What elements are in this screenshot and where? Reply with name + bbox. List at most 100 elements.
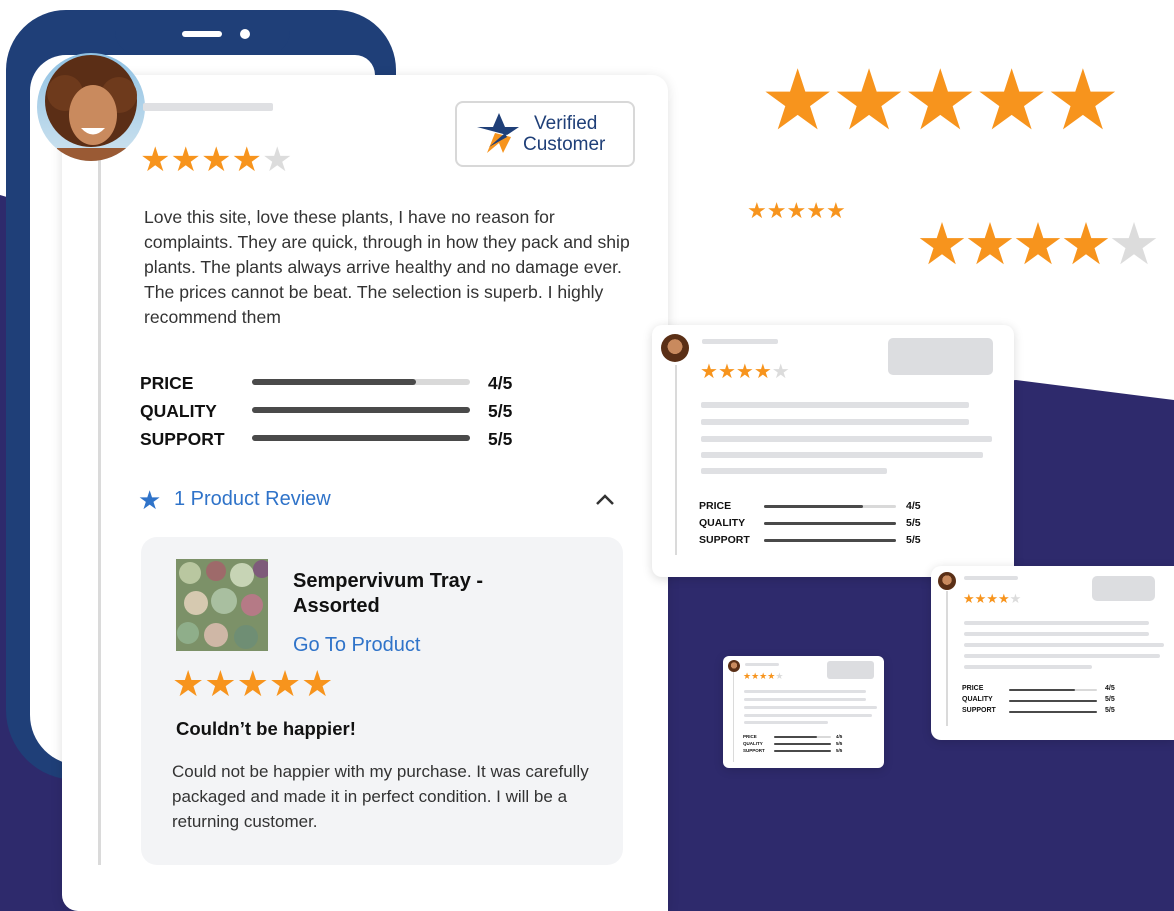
metric-bar <box>1009 689 1097 691</box>
product-review-headline: Couldn’t be happier! <box>176 718 356 739</box>
mini-text-line <box>744 698 866 701</box>
metric-label: QUALITY <box>962 696 993 703</box>
metric-label: PRICE <box>699 500 732 512</box>
metric-value: 5/5 <box>906 517 921 529</box>
star-filled-icon: ★ <box>760 53 835 147</box>
metric-bar <box>774 736 831 738</box>
mid-stars-decor: ★ ★ ★ ★ ★ <box>916 212 1160 277</box>
metric-bar-fill <box>764 522 896 525</box>
mini-text-line <box>701 452 983 458</box>
mini-rating-stars: ★ ★ ★ ★ ★ <box>700 362 790 382</box>
mini-text-line <box>964 621 1149 625</box>
star-filled-icon: ★ <box>973 53 1049 147</box>
star-filled-icon: ★ <box>751 671 760 681</box>
star-empty-icon: ★ <box>771 361 790 383</box>
star-filled-icon: ★ <box>753 361 772 383</box>
star-filled-icon: ★ <box>236 663 269 704</box>
star-filled-icon: ★ <box>767 671 776 681</box>
mini-review-card: ★ ★ ★ ★ ★ PRICE 4/5 QUALITY 5/5 SUPPORT 5/5 <box>931 566 1174 740</box>
star-filled-icon: ★ <box>172 663 205 704</box>
metric-value: 4/5 <box>836 734 843 739</box>
product-review-toggle-label: 1 Product Review <box>174 488 331 510</box>
product-thumbnail[interactable] <box>176 559 268 651</box>
chevron-up-icon[interactable] <box>594 493 616 507</box>
verified-badge-line2: Customer <box>523 134 606 155</box>
phone-camera <box>240 29 250 39</box>
metric-label: PRICE <box>962 685 984 692</box>
star-empty-icon: ★ <box>1108 212 1160 277</box>
small-stars-decor: ★ ★ ★ ★ ★ <box>747 200 846 222</box>
mini-text-line <box>744 690 866 693</box>
mini-name-placeholder <box>745 663 779 666</box>
star-filled-icon: ★ <box>268 663 302 704</box>
metric-value: 4/5 <box>488 373 513 393</box>
reviewer-avatar-image <box>45 55 137 161</box>
metric-label: QUALITY <box>743 741 763 746</box>
star-filled-icon: ★ <box>964 212 1016 277</box>
metric-bar <box>252 379 470 385</box>
metric-label: SUPPORT <box>962 707 996 714</box>
metric-value: 5/5 <box>488 401 513 421</box>
mini-text-line <box>744 706 877 709</box>
metric-bar-fill <box>764 505 863 508</box>
reviewer-avatar <box>37 53 145 161</box>
metric-bar-fill <box>774 736 817 738</box>
metric-bar <box>774 750 831 752</box>
metric-label: QUALITY <box>140 401 217 421</box>
metric-bar-fill <box>1009 711 1097 713</box>
metric-label: PRICE <box>743 734 757 739</box>
metric-value: 5/5 <box>836 748 843 753</box>
mini-name-placeholder <box>964 576 1018 580</box>
mini-badge-placeholder <box>1092 576 1155 601</box>
mini-rating-stars: ★ ★ ★ ★ ★ <box>963 592 1021 605</box>
metric-bar-fill <box>774 750 831 752</box>
star-filled-icon: ★ <box>1060 212 1112 277</box>
go-to-product-link[interactable]: Go To Product <box>293 634 420 657</box>
review-body-text: Love this site, love these plants, I hav… <box>144 207 630 327</box>
star-filled-icon: ★ <box>974 591 987 606</box>
star-filled-icon: ★ <box>1012 212 1064 277</box>
metric-label: SUPPORT <box>699 534 750 546</box>
mini-metrics: PRICE 4/5 QUALITY 5/5 SUPPORT 5/5 <box>743 734 853 758</box>
metric-value: 5/5 <box>488 429 513 449</box>
metric-bar <box>774 743 831 745</box>
star-filled-icon: ★ <box>759 671 768 681</box>
metric-bar-fill <box>764 539 896 542</box>
star-filled-icon: ★ <box>200 141 232 179</box>
mini-timeline-line <box>946 591 948 726</box>
metric-label: QUALITY <box>699 517 746 529</box>
star-filled-icon: ★ <box>1045 53 1120 147</box>
star-filled-icon: ★ <box>986 591 998 606</box>
metric-bar <box>764 505 896 508</box>
product-review-toggle[interactable]: ★ 1 Product Review <box>138 485 618 515</box>
mini-timeline-line <box>733 672 734 762</box>
mini-metrics: PRICE 4/5 QUALITY 5/5 SUPPORT 5/5 <box>962 685 1162 721</box>
mini-text-line <box>964 643 1164 647</box>
mini-review-card: ★ ★ ★ ★ ★ PRICE 4/5 QUALITY 5/5 SUPPORT 5/5 <box>652 325 1014 577</box>
star-filled-icon: ★ <box>747 198 767 223</box>
star-filled-icon: ★ <box>997 591 1010 606</box>
mini-name-placeholder <box>702 339 778 344</box>
product-rating-stars: ★ ★ ★ ★ ★ <box>172 666 333 702</box>
metric-bar-fill <box>774 743 831 745</box>
mini-text-line <box>744 721 828 724</box>
star-filled-icon: ★ <box>831 53 906 147</box>
star-filled-icon: ★ <box>204 663 237 704</box>
review-rating-stars: ★ ★ ★ ★ ★ <box>140 143 292 177</box>
product-review-body: Could not be happier with my purchase. I… <box>172 762 589 831</box>
mini-text-line <box>701 468 887 474</box>
verified-customer-badge: Verified Customer <box>455 101 635 167</box>
star-filled-icon: ★ <box>735 361 754 383</box>
star-filled-icon: ★ <box>766 198 787 223</box>
metric-bar-fill <box>252 379 416 385</box>
star-empty-icon: ★ <box>1009 591 1022 606</box>
star-filled-icon: ★ <box>963 591 975 606</box>
big-stars-decor: ★ ★ ★ ★ ★ <box>760 53 1121 147</box>
review-timeline-line <box>98 130 101 865</box>
star-filled-icon: ★ <box>786 198 807 223</box>
avatar <box>661 334 689 362</box>
verified-badge-line1: Verified <box>534 113 598 134</box>
metric-label: SUPPORT <box>140 429 225 449</box>
star-filled-icon: ★ <box>301 663 334 704</box>
avatar <box>728 660 740 672</box>
